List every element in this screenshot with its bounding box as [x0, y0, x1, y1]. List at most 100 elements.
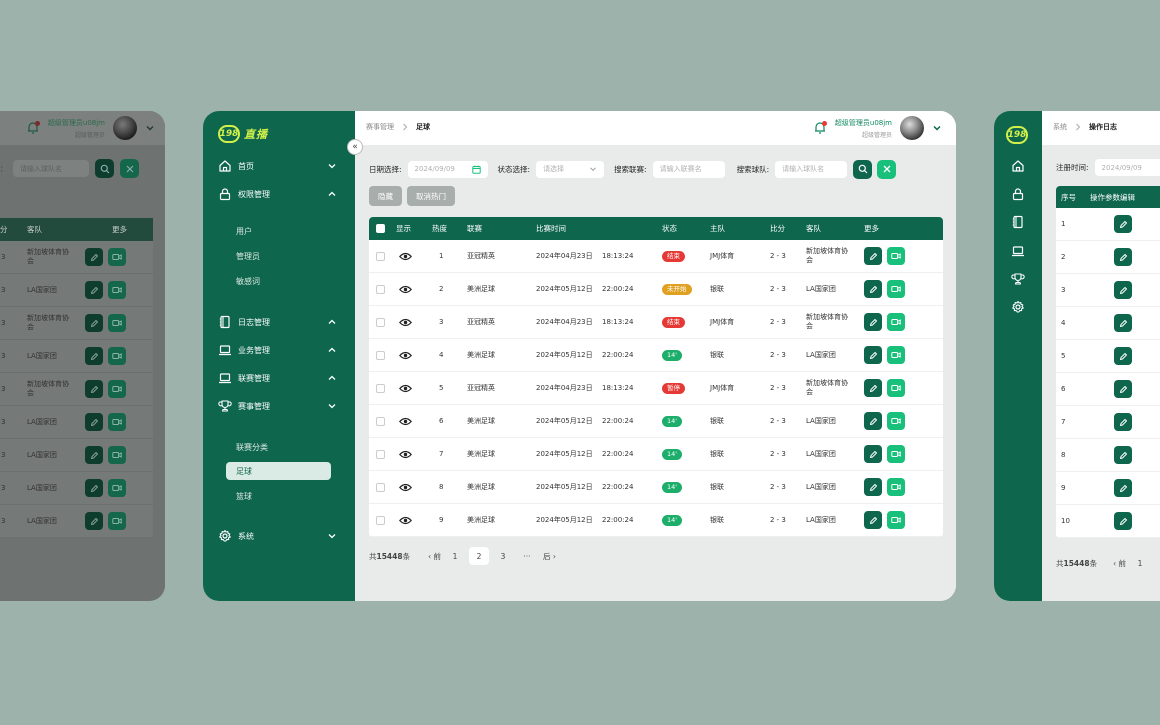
row-checkbox[interactable] — [376, 515, 385, 525]
bell-icon[interactable] — [813, 121, 827, 135]
row-checkbox[interactable] — [376, 416, 385, 426]
sidebar-item-system[interactable]: 系统 — [218, 527, 343, 545]
row-checkbox[interactable] — [376, 482, 385, 492]
edit-button[interactable] — [85, 347, 103, 365]
avatar[interactable] — [900, 116, 924, 140]
edit-button[interactable] — [1114, 479, 1132, 497]
video-button[interactable] — [887, 511, 905, 529]
video-button[interactable] — [108, 281, 126, 299]
left-search-button[interactable] — [95, 159, 114, 178]
eye-icon[interactable] — [396, 252, 432, 261]
video-button[interactable] — [108, 512, 126, 530]
edit-button[interactable] — [864, 412, 882, 430]
status-select[interactable]: 请选择 — [536, 160, 605, 178]
edit-button[interactable] — [864, 379, 882, 397]
edit-button[interactable] — [85, 248, 103, 266]
edit-button[interactable] — [1114, 248, 1132, 266]
video-button[interactable] — [887, 445, 905, 463]
sidebar-sub-sensitive-words[interactable]: 敏感词 — [226, 272, 331, 290]
right-logo-badge[interactable]: 198 — [1006, 126, 1028, 144]
sidebar-sub-football[interactable]: 足球 — [226, 462, 331, 480]
lock-icon[interactable] — [1011, 187, 1025, 201]
video-button[interactable] — [108, 380, 126, 398]
row-checkbox[interactable] — [376, 251, 385, 261]
row-checkbox[interactable] — [376, 317, 385, 327]
left-team-search-input[interactable]: 请输入球队名 — [13, 160, 89, 177]
video-button[interactable] — [108, 248, 126, 266]
row-checkbox[interactable] — [376, 350, 385, 360]
edit-button[interactable] — [1114, 281, 1132, 299]
eye-icon[interactable] — [396, 318, 432, 327]
hide-button[interactable]: 隐藏 — [369, 186, 402, 206]
page-3-button[interactable]: 3 — [493, 547, 513, 565]
eye-icon[interactable] — [396, 351, 432, 360]
clear-button[interactable] — [877, 159, 897, 179]
edit-button[interactable] — [85, 512, 103, 530]
eye-icon[interactable] — [396, 285, 432, 294]
row-checkbox[interactable] — [376, 449, 385, 459]
edit-button[interactable] — [864, 445, 882, 463]
laptop-icon[interactable] — [1011, 244, 1025, 258]
eye-icon[interactable] — [396, 516, 432, 525]
sidebar-sub-users[interactable]: 用户 — [226, 222, 331, 240]
edit-button[interactable] — [85, 413, 103, 431]
page-1-button[interactable]: 1 — [445, 547, 465, 565]
edit-button[interactable] — [1114, 380, 1132, 398]
edit-button[interactable] — [864, 346, 882, 364]
edit-button[interactable] — [1114, 347, 1132, 365]
collapse-sidebar-button[interactable]: « — [347, 139, 363, 155]
sidebar-item-business[interactable]: 业务管理 — [218, 341, 343, 359]
gear-icon[interactable] — [1011, 300, 1025, 314]
notebook-icon[interactable] — [1011, 215, 1025, 229]
video-button[interactable] — [108, 413, 126, 431]
edit-button[interactable] — [85, 281, 103, 299]
sidebar-item-matches[interactable]: 赛事管理 — [218, 397, 343, 415]
eye-icon[interactable] — [396, 450, 432, 459]
team-search-input[interactable]: 请输入球队名 — [775, 160, 848, 178]
logo[interactable]: 198 直播 — [218, 125, 268, 143]
edit-button[interactable] — [864, 511, 882, 529]
edit-button[interactable] — [85, 446, 103, 464]
row-checkbox[interactable] — [376, 284, 385, 294]
video-button[interactable] — [887, 247, 905, 265]
edit-button[interactable] — [864, 280, 882, 298]
edit-button[interactable] — [1114, 215, 1132, 233]
select-all-checkbox[interactable] — [376, 224, 385, 233]
video-button[interactable] — [108, 446, 126, 464]
breadcrumb-parent[interactable]: 赛事管理 — [366, 122, 394, 132]
sidebar-sub-league-category[interactable]: 联赛分类 — [226, 438, 331, 456]
right-prev-page-button[interactable]: ‹ 前 — [1113, 558, 1126, 569]
edit-button[interactable] — [864, 247, 882, 265]
edit-button[interactable] — [85, 479, 103, 497]
video-button[interactable] — [887, 478, 905, 496]
eye-icon[interactable] — [396, 384, 432, 393]
edit-button[interactable] — [864, 478, 882, 496]
sidebar-item-permissions[interactable]: 权限管理 — [218, 185, 343, 203]
sidebar-sub-basketball[interactable]: 篮球 — [226, 487, 331, 505]
page-ellipsis[interactable]: ··· — [517, 547, 537, 565]
video-button[interactable] — [887, 313, 905, 331]
sidebar-item-home[interactable]: 首页 — [218, 157, 343, 175]
page-2-button[interactable]: 2 — [468, 547, 489, 565]
video-button[interactable] — [887, 379, 905, 397]
sidebar-sub-admins[interactable]: 管理员 — [226, 247, 331, 265]
edit-button[interactable] — [1114, 512, 1132, 530]
next-page-button[interactable]: 后 › — [543, 551, 556, 562]
edit-button[interactable] — [864, 313, 882, 331]
home-icon[interactable] — [1011, 159, 1025, 173]
edit-button[interactable] — [85, 314, 103, 332]
video-button[interactable] — [887, 280, 905, 298]
prev-page-button[interactable]: ‹ 前 — [428, 551, 441, 562]
cancel-hot-button[interactable]: 取消热门 — [407, 186, 455, 206]
search-button[interactable] — [853, 159, 873, 179]
avatar[interactable] — [113, 116, 137, 140]
right-page-1-button[interactable]: 1 — [1130, 554, 1150, 572]
chevron-down-icon[interactable] — [932, 123, 942, 133]
video-button[interactable] — [887, 346, 905, 364]
edit-button[interactable] — [1114, 446, 1132, 464]
chevron-down-icon[interactable] — [145, 123, 155, 133]
left-clear-button[interactable] — [120, 159, 139, 178]
video-button[interactable] — [108, 479, 126, 497]
row-checkbox[interactable] — [376, 383, 385, 393]
sidebar-item-logs[interactable]: 日志管理 — [218, 313, 343, 331]
